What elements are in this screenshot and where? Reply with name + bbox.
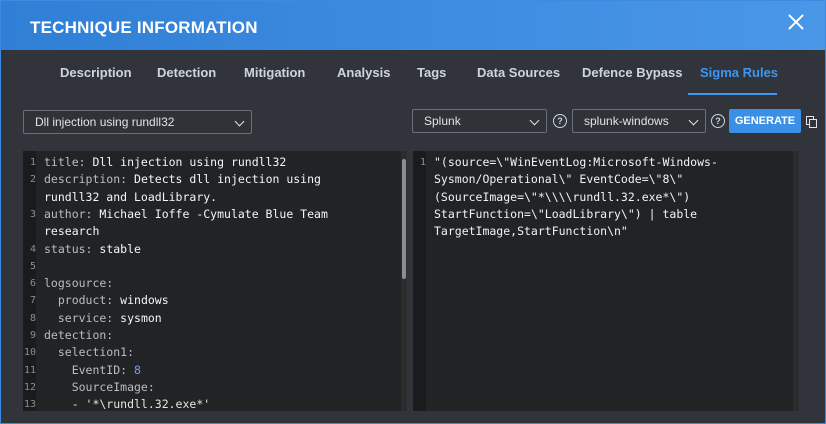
tab-defence-bypass[interactable]: Defence Bypass [582,65,682,80]
editor-scrollbar[interactable] [793,151,799,411]
rule-select[interactable]: Dll injection using rundll32 [23,110,252,134]
line-gutter [413,151,426,411]
tab-sigma-rules[interactable]: Sigma Rules [700,65,778,80]
code-line: TargetImage,StartFunction\n" [434,224,628,239]
code-line: rundll32 and LoadLibrary. [44,189,218,204]
code-line: 12 SourceImage: [23,379,155,394]
sigma-rule-editor[interactable]: 1 title: Dll injection using rundll32 2 de… [23,151,407,411]
code-line: Sysmon/Operational\" EventCode=\"8\" [434,172,684,187]
tab-bar: Description Detection Mitigation Analysi… [1,50,825,95]
code-line: 6 logsource: [29,276,114,291]
help-icon[interactable]: ? [553,114,567,128]
tab-analysis[interactable]: Analysis [337,65,390,80]
code-line: StartFunction=\"LoadLibrary\") | table [434,206,698,221]
tab-mitigation[interactable]: Mitigation [244,65,305,80]
tab-tags[interactable]: Tags [417,65,446,80]
code-line: 1 title: Dll injection using rundll32 [29,155,287,169]
modal-title: TECHNIQUE INFORMATION [30,18,258,37]
code-line: (SourceImage=\"*\\\\rundll.32.exe*\") [434,189,691,204]
code-line: 9 detection: [29,328,114,342]
backend-select-value: Splunk [424,114,461,128]
modal-header: TECHNIQUE INFORMATION [1,1,825,50]
tab-description[interactable]: Description [60,65,132,80]
code-line: 4 status: stable [29,241,141,256]
chevron-down-icon [529,115,540,126]
editor-scrollbar[interactable] [401,151,407,411]
generate-button[interactable]: GENERATE [729,109,801,133]
chevron-down-icon [234,116,245,127]
code-line: 1 "(source=\"WinEventLog:Microsoft-Window… [419,155,718,169]
code-line: 3 author: Michael Ioffe -Cymulate Blue Te… [29,206,328,221]
code-line: 11 EventID: 8 [23,362,141,377]
backend-select[interactable]: Splunk [412,109,547,133]
code-line: 13 - '*\rundll.32.exe*' [23,397,211,411]
query-output-editor[interactable]: 1 "(source=\"WinEventLog:Microsoft-Window… [413,151,799,411]
tab-detection[interactable]: Detection [157,65,216,80]
config-select-value: splunk-windows [584,114,669,128]
code-line: 7 product: windows [29,293,169,308]
technique-modal: TECHNIQUE INFORMATION Description Detect… [0,0,826,424]
close-icon[interactable] [783,10,809,36]
rule-select-value: Dll injection using rundll32 [35,115,175,129]
tab-data-sources[interactable]: Data Sources [477,65,560,80]
code-line: research [44,224,100,239]
code-line: 8 service: sysmon [29,310,162,325]
scrollbar-thumb[interactable] [402,159,406,279]
help-icon[interactable]: ? [711,114,725,128]
active-tab-indicator [688,93,777,95]
config-select[interactable]: splunk-windows [572,109,706,133]
code-line: 2 description: Detects dll injection usin… [29,172,321,187]
copy-icon[interactable] [806,116,817,128]
chevron-down-icon [688,115,699,126]
code-line: 10 selection1: [23,345,135,360]
